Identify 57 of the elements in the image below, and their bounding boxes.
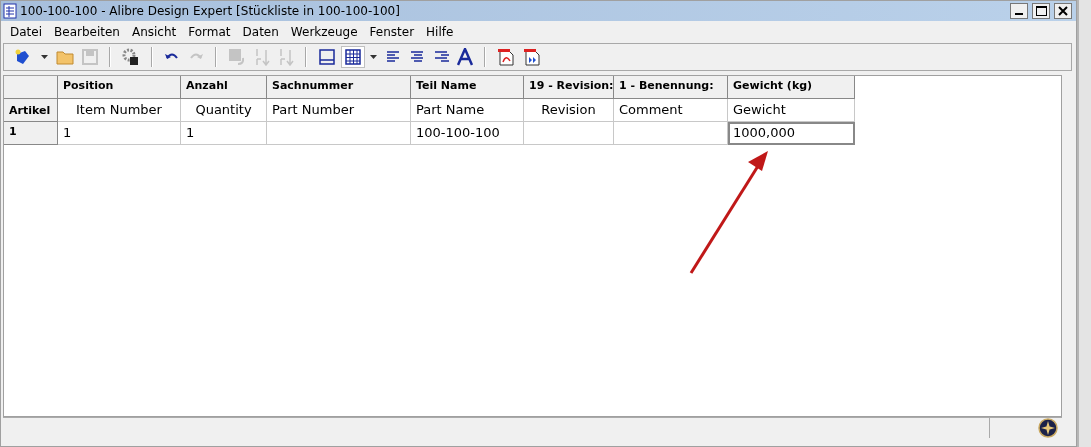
table-cell[interactable]: 100-100-100 xyxy=(411,122,524,145)
folder-icon xyxy=(56,49,74,65)
align-center-icon xyxy=(409,50,425,64)
table-cell[interactable]: 1 xyxy=(181,122,267,145)
minimize-button[interactable] xyxy=(1010,3,1028,19)
align-left-icon xyxy=(385,50,401,64)
column-header[interactable]: Gewicht (kg) xyxy=(728,76,855,99)
toolbar-button[interactable] xyxy=(341,46,365,68)
table-cell[interactable] xyxy=(614,122,728,145)
menu-item[interactable]: Fenster xyxy=(363,25,421,39)
column-header[interactable]: Sachnummer xyxy=(267,76,411,99)
column-header[interactable]: Anzahl xyxy=(181,76,267,99)
caret-icon xyxy=(41,55,48,59)
close-button[interactable] xyxy=(1054,3,1072,19)
column-header[interactable]: Position xyxy=(58,76,181,99)
caret-icon xyxy=(370,55,377,59)
maximize-icon xyxy=(1035,6,1047,16)
menu-item[interactable]: Werkzeuge xyxy=(284,25,364,39)
menu-item[interactable]: Hilfe xyxy=(420,25,460,39)
menu-item[interactable]: Format xyxy=(182,25,237,39)
table-cell: Revision xyxy=(524,99,614,122)
table-cell[interactable] xyxy=(267,122,411,145)
pdf-icon xyxy=(497,48,515,66)
window-title: 100-100-100 - Alibre Design Expert [Stückliste in 100-100-100] xyxy=(20,4,401,18)
font-icon xyxy=(457,48,473,66)
column-header[interactable]: 1 - Benennung: xyxy=(614,76,728,99)
table-cell: Comment xyxy=(614,99,728,122)
table-cell[interactable]: 1 xyxy=(58,122,181,145)
gear-icon xyxy=(122,48,140,66)
table-cell: Item Number xyxy=(58,99,181,122)
menu-item[interactable]: Ansicht xyxy=(125,25,183,39)
column-header[interactable]: Teil Name xyxy=(411,76,524,99)
row-header: Artikel xyxy=(4,99,58,122)
corner-cell xyxy=(4,76,58,99)
border-icon xyxy=(318,48,336,66)
table-cell[interactable] xyxy=(524,122,614,145)
table-cell: Quantity xyxy=(181,99,267,122)
table-cell[interactable]: 1000,000 xyxy=(728,122,855,145)
table-cell: Part Number xyxy=(267,99,411,122)
insert-row-icon xyxy=(228,48,246,66)
align-right-icon xyxy=(433,50,449,64)
column-header[interactable]: 19 - Revision: xyxy=(524,76,614,99)
toolbar-button[interactable] xyxy=(454,46,476,68)
compass-icon xyxy=(1038,418,1058,438)
menu-item[interactable]: Bearbeiten xyxy=(48,25,126,39)
maximize-button[interactable] xyxy=(1032,3,1050,19)
menu-item[interactable]: Datei xyxy=(4,25,48,39)
table-cell: Gewicht xyxy=(728,99,855,122)
sort-ascending-icon xyxy=(254,48,270,66)
pdf-export-icon xyxy=(523,48,541,66)
close-icon xyxy=(1058,6,1068,16)
table-cell: Part Name xyxy=(411,99,524,122)
menu-item[interactable]: Daten xyxy=(236,25,285,39)
row-header[interactable]: 1 xyxy=(4,122,58,145)
document-icon xyxy=(3,3,17,19)
sort-descending-icon xyxy=(278,48,294,66)
grid-icon xyxy=(344,48,362,66)
